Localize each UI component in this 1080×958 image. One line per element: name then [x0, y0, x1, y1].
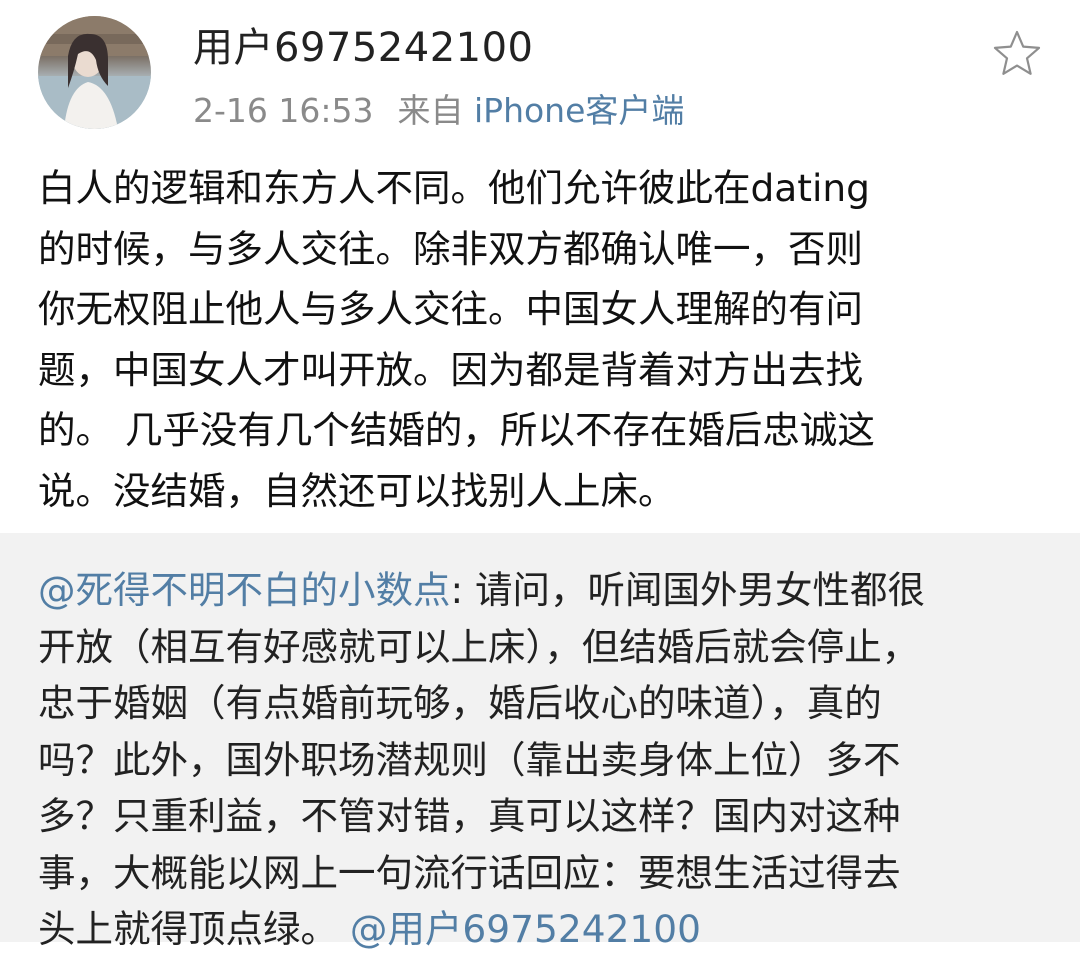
post-line: 题，中国女人才叫开放。因为都是背着对方出去找: [38, 347, 863, 392]
post-line: 你无权阻止他人与多人交往。中国女人理解的有问: [38, 287, 863, 331]
repost-line: 开放（相互有好感就可以上床），但结婚后就会停止，: [38, 624, 920, 669]
post-line: 白人的逻辑和东方人不同。他们允许彼此在dating: [38, 166, 870, 210]
star-outline-icon[interactable]: [991, 28, 1043, 80]
post-line: 的。 几乎没有几个结婚的，所以不存在婚后忠诚这: [38, 408, 875, 452]
post-line: 说。没结婚，自然还可以找别人上床。: [38, 468, 676, 513]
repost-line: : 请问，听闻国外男女性都很: [450, 568, 926, 612]
original-author-mention[interactable]: @死得不明不白的小数点: [38, 568, 451, 612]
post-line: 的时候，与多人交往。除非双方都确认唯一，否则: [38, 226, 863, 271]
avatar-photo: [38, 16, 151, 129]
reposted-content[interactable]: @死得不明不白的小数点: 请问，听闻国外男女性都很 开放（相互有好感就可以上床）…: [0, 533, 1080, 951]
post-header: 用户6975242100 2-16 16:53 来自 iPhone客户端: [0, 0, 1080, 150]
user-mention-link[interactable]: @用户6975242100: [350, 907, 701, 951]
author-name[interactable]: 用户6975242100: [193, 24, 534, 72]
post-time: 2-16 16:53: [193, 91, 374, 130]
repost-line: 事，大概能以网上一句流行话回应：要想生活过得去: [38, 850, 901, 895]
source-client-link[interactable]: iPhone客户端: [474, 91, 684, 130]
repost-line: 头上就得顶点绿。: [38, 907, 338, 951]
repost-line: 忠于婚姻（有点婚前玩够，婚后收心的味道），真的: [38, 681, 882, 725]
post-meta: 2-16 16:53 来自 iPhone客户端: [193, 90, 684, 132]
post-body: 白人的逻辑和东方人不同。他们允许彼此在dating 的时候，与多人交往。除非双方…: [38, 158, 1050, 521]
avatar[interactable]: [38, 16, 151, 129]
source-prefix: 来自: [397, 91, 464, 130]
repost-line: 多？只重利益，不管对错，真可以这样？国内对这种: [38, 794, 901, 838]
repost-line: 吗？此外，国外职场潜规则（靠出卖身体上位）多不: [38, 737, 901, 782]
repost-body: @死得不明不白的小数点: 请问，听闻国外男女性都很 开放（相互有好感就可以上床）…: [38, 562, 1048, 958]
